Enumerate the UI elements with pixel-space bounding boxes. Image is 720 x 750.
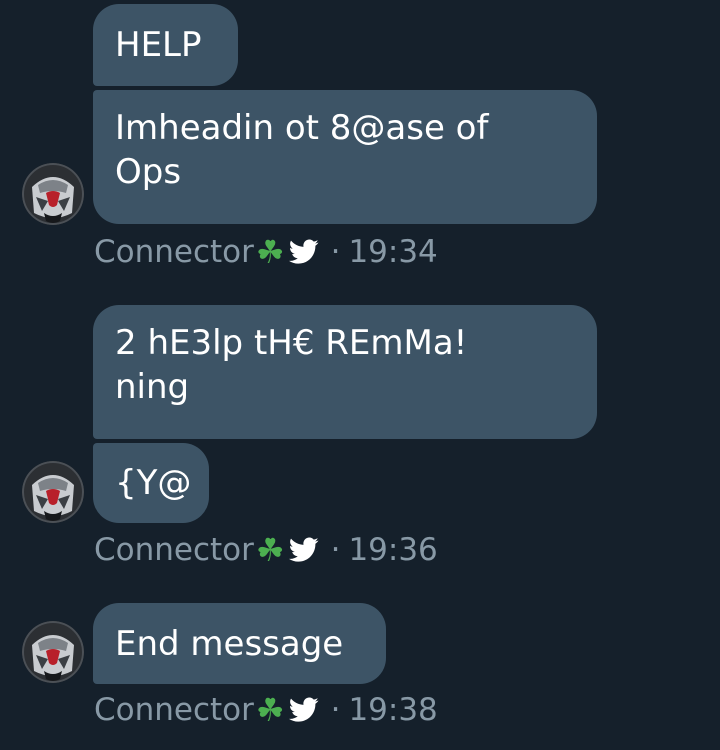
message-meta: Connector ☘ · 19:34: [94, 232, 438, 272]
sender-name[interactable]: Connector: [94, 692, 254, 728]
message-timestamp[interactable]: 19:36: [348, 532, 437, 568]
message-text-line: ning: [115, 367, 190, 407]
meta-separator: ·: [330, 692, 341, 728]
message-timestamp[interactable]: 19:34: [348, 234, 437, 270]
shamrock-icon: ☘: [255, 233, 285, 271]
avatar[interactable]: [22, 461, 84, 523]
avatar[interactable]: [22, 621, 84, 683]
meta-separator: ·: [330, 532, 341, 568]
twitter-bird-icon: [288, 537, 319, 562]
message-timestamp[interactable]: 19:38: [348, 692, 437, 728]
message-bubble[interactable]: 2 hE3lp tH€ REmMa! ning: [93, 305, 597, 439]
message-text: HELP: [115, 25, 202, 65]
shamrock-icon: ☘: [255, 691, 285, 729]
message-bubble[interactable]: HELP: [93, 4, 238, 86]
message-meta: Connector ☘ · 19:36: [94, 530, 438, 570]
message-text: {Y@: [115, 463, 192, 503]
avatar-image: [22, 461, 84, 523]
meta-separator: ·: [330, 234, 341, 270]
twitter-bird-icon: [288, 697, 319, 722]
message-text-line: Ops: [115, 152, 182, 192]
message-meta: Connector ☘ · 19:38: [94, 690, 438, 730]
shamrock-icon: ☘: [255, 531, 285, 569]
message-text: End message: [115, 623, 344, 664]
message-bubble[interactable]: End message: [93, 603, 386, 684]
message-bubble[interactable]: Imheadin ot 8@ase of Ops: [93, 90, 597, 224]
message-text-line: Imheadin ot 8@ase of: [115, 108, 489, 148]
avatar-image: [22, 163, 84, 225]
twitter-bird-icon: [288, 239, 319, 264]
sender-name[interactable]: Connector: [94, 532, 254, 568]
message-text-line: 2 hE3lp tH€ REmMa!: [115, 323, 468, 363]
avatar[interactable]: [22, 163, 84, 225]
sender-name[interactable]: Connector: [94, 234, 254, 270]
message-bubble[interactable]: {Y@: [93, 443, 209, 523]
avatar-image: [22, 621, 84, 683]
